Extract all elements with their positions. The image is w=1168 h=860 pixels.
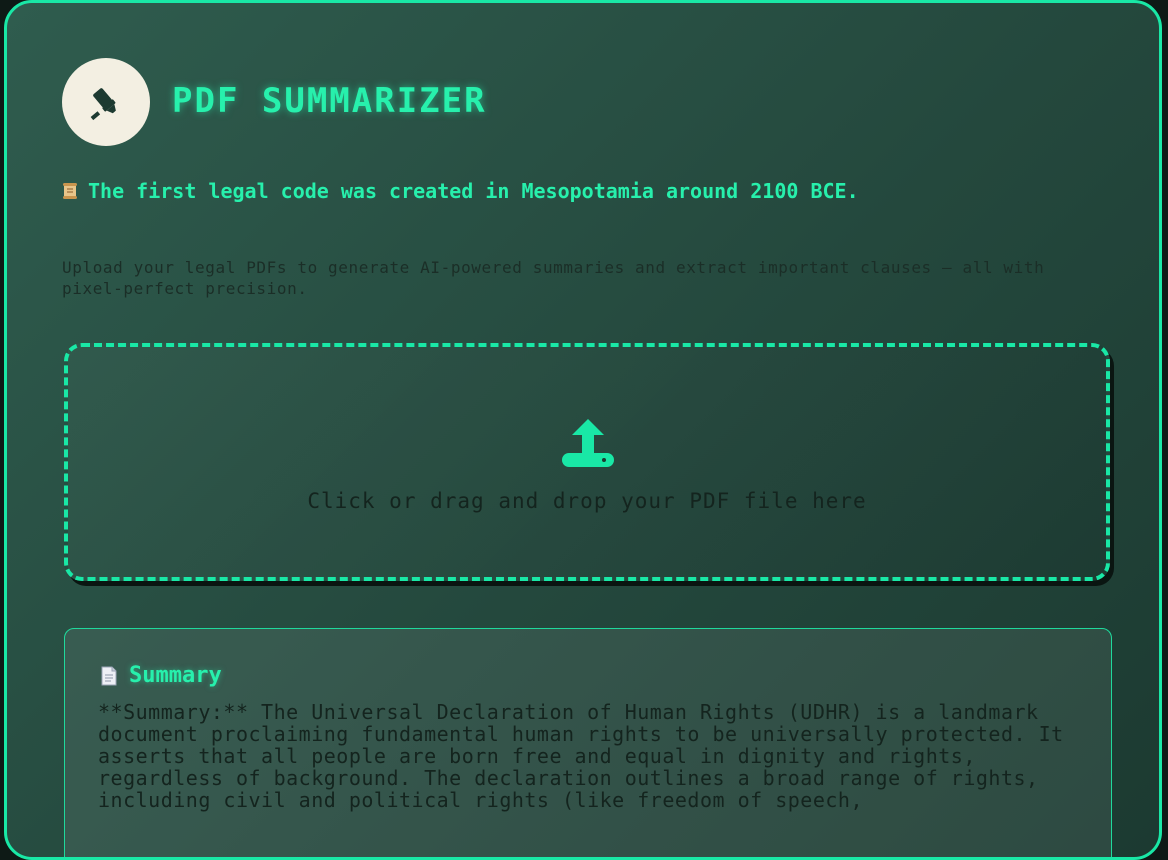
summary-header: Summary (101, 663, 222, 688)
summary-text: **Summary:** The Universal Declaration o… (98, 700, 1064, 812)
app-card: PDF SUMMARIZER The first legal code was … (4, 0, 1162, 860)
upload-icon (562, 419, 614, 467)
highlighter-icon (90, 88, 116, 121)
scroll-icon (63, 183, 77, 199)
summary-panel: Summary **Summary:** The Universal Decla… (64, 628, 1112, 857)
logo-badge (62, 58, 150, 146)
dropzone-label: Click or drag and drop your PDF file her… (307, 489, 867, 513)
summary-title: Summary (129, 663, 222, 688)
intro-text: Upload your legal PDFs to generate AI-po… (62, 258, 1045, 298)
page-title: PDF SUMMARIZER (172, 81, 487, 121)
fun-fact-text: The first legal code was created in Meso… (88, 179, 859, 203)
fun-fact: The first legal code was created in Meso… (62, 180, 1062, 202)
pdf-dropzone[interactable]: Click or drag and drop your PDF file her… (64, 343, 1110, 581)
document-icon (101, 666, 117, 685)
